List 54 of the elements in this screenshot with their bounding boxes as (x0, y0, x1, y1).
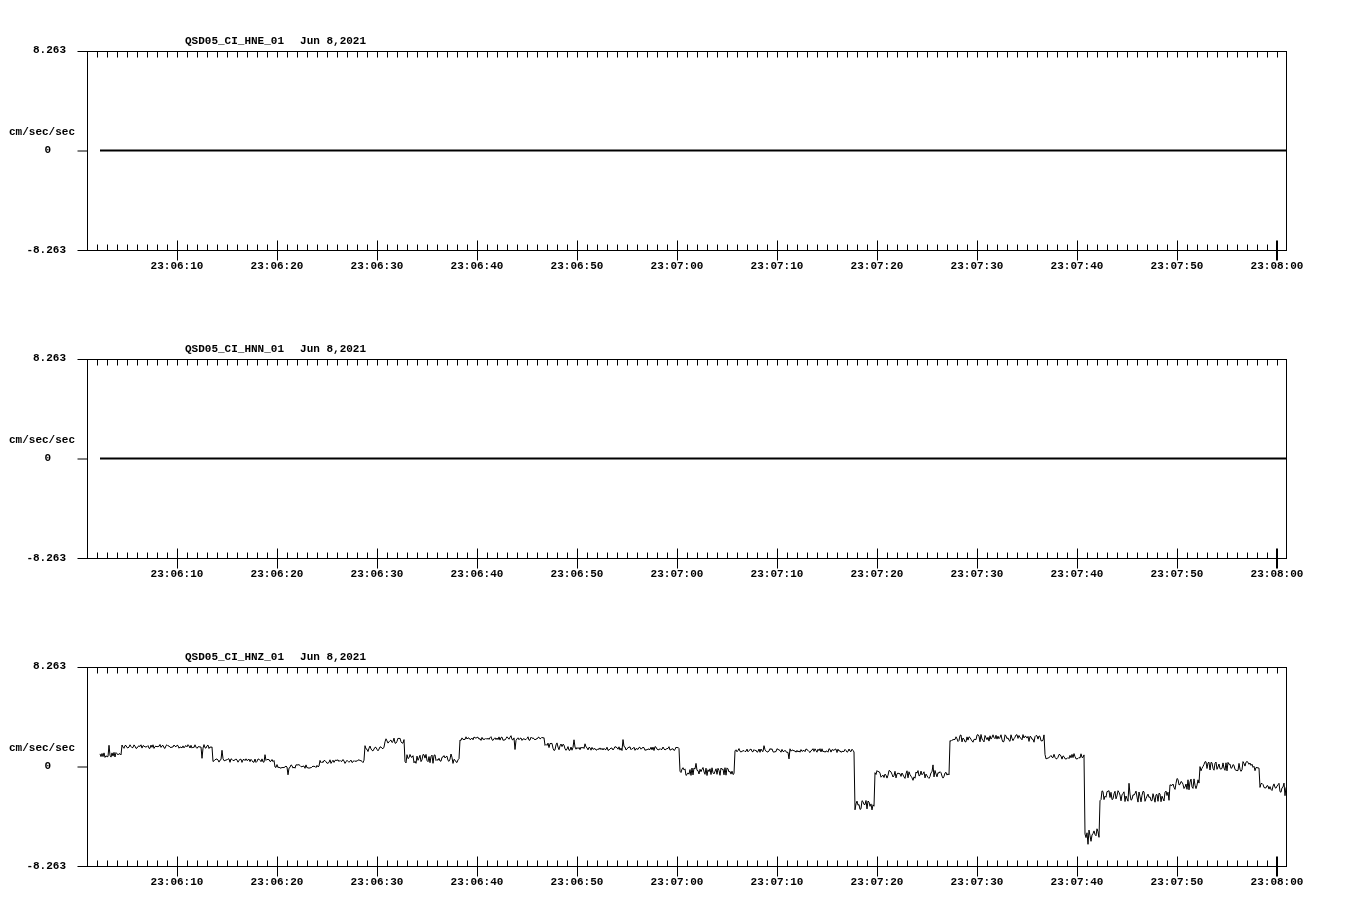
y-tick-label: 0 (44, 760, 51, 772)
x-tick-label: 23:07:10 (749, 260, 805, 272)
x-tick-label: 23:08:00 (1249, 260, 1305, 272)
x-tick-label: 23:06:30 (349, 568, 405, 580)
x-tick-label: 23:06:10 (149, 568, 205, 580)
y-tick-label: 0 (44, 452, 51, 464)
x-tick-label: 23:07:20 (849, 876, 905, 888)
x-tick-label: 23:07:30 (949, 260, 1005, 272)
x-tick-label: 23:07:50 (1149, 876, 1205, 888)
channel-title: QSD05_CI_HNN_01 (185, 343, 285, 357)
x-tick-label: 23:06:20 (249, 568, 305, 580)
x-tick-label: 23:06:30 (349, 260, 405, 272)
x-tick-label: 23:07:00 (649, 568, 705, 580)
axis-unit-label: cm/sec/sec (9, 742, 75, 754)
x-tick-label: 23:07:20 (849, 568, 905, 580)
x-tick-label: 23:07:00 (649, 260, 705, 272)
x-tick-label: 23:07:40 (1049, 260, 1105, 272)
x-tick-label: 23:07:10 (749, 568, 805, 580)
y-tick-label: -8.263 (26, 244, 66, 256)
x-tick-label: 23:08:00 (1249, 876, 1305, 888)
x-tick-label: 23:06:30 (349, 876, 405, 888)
x-tick-label: 23:06:40 (449, 260, 505, 272)
x-tick-label: 23:07:00 (649, 876, 705, 888)
y-tick-label: -8.263 (26, 860, 66, 872)
x-tick-label: 23:07:10 (749, 876, 805, 888)
date-label: Jun 8,2021 (300, 651, 367, 665)
y-tick-label: 0 (44, 144, 51, 156)
y-tick-label: 8.263 (33, 44, 66, 56)
y-tick-label: 8.263 (33, 352, 66, 364)
x-tick-label: 23:06:50 (549, 876, 605, 888)
channel-title: QSD05_CI_HNZ_01 (185, 651, 285, 665)
y-tick-label: 8.263 (33, 660, 66, 672)
x-tick-label: 23:07:40 (1049, 876, 1105, 888)
x-tick-label: 23:06:20 (249, 876, 305, 888)
x-tick-label: 23:06:20 (249, 260, 305, 272)
x-tick-label: 23:07:50 (1149, 260, 1205, 272)
x-tick-label: 23:07:50 (1149, 568, 1205, 580)
axis-unit-label: cm/sec/sec (9, 434, 75, 446)
x-tick-label: 23:07:30 (949, 876, 1005, 888)
x-tick-label: 23:06:10 (149, 876, 205, 888)
x-tick-label: 23:07:20 (849, 260, 905, 272)
channel-title: QSD05_CI_HNE_01 (185, 35, 285, 49)
axis-unit-label: cm/sec/sec (9, 126, 75, 138)
x-tick-label: 23:06:40 (449, 876, 505, 888)
x-tick-label: 23:06:50 (549, 260, 605, 272)
x-tick-label: 23:06:40 (449, 568, 505, 580)
date-label: Jun 8,2021 (300, 35, 367, 49)
x-tick-label: 23:07:30 (949, 568, 1005, 580)
x-tick-label: 23:08:00 (1249, 568, 1305, 580)
y-tick-label: -8.263 (26, 552, 66, 564)
x-tick-label: 23:07:40 (1049, 568, 1105, 580)
date-label: Jun 8,2021 (300, 343, 367, 357)
x-tick-label: 23:06:50 (549, 568, 605, 580)
x-tick-label: 23:06:10 (149, 260, 205, 272)
